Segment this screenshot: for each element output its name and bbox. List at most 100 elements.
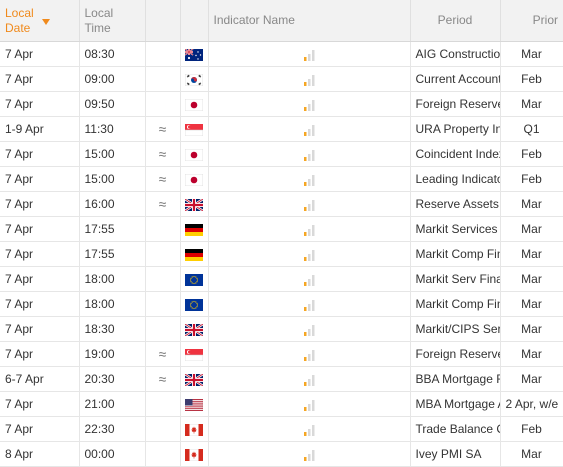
importance-bars-icon bbox=[303, 222, 315, 236]
indicator-cell[interactable]: Ivey PMI SA bbox=[410, 441, 501, 467]
time-cell: 22:30 bbox=[79, 416, 146, 442]
indicator-cell[interactable]: MBA Mortgage Applications bbox=[410, 391, 501, 417]
table-row[interactable]: 7 Apr19:00≈Foreign Reserves USDMar382.6B bbox=[0, 341, 563, 367]
indicator-cell[interactable]: Markit Comp Final PMI bbox=[410, 291, 501, 317]
column-header-prior[interactable]: Prior bbox=[500, 0, 563, 42]
gb-flag-icon bbox=[185, 372, 203, 386]
table-row[interactable]: 6-7 Apr20:30≈BBA Mortgage RateMar3.62% bbox=[0, 366, 563, 392]
time-cell: 17:55 bbox=[79, 216, 146, 242]
period-cell: Mar bbox=[500, 266, 563, 292]
column-header-local-time[interactable]: Local Time bbox=[79, 0, 146, 42]
sort-desc-icon bbox=[42, 19, 51, 26]
table-row[interactable]: 7 Apr09:50Foreign ReservesMar1,379.4B bbox=[0, 91, 563, 117]
table-row[interactable]: 7 Apr15:00≈Leading IndicatorFeb0.8 bbox=[0, 166, 563, 192]
indicator-label: Indicator Name bbox=[213, 13, 295, 27]
country-flag-cell bbox=[180, 66, 209, 92]
country-flag-cell bbox=[180, 166, 209, 192]
approx-cell: ≈ bbox=[145, 116, 181, 142]
indicator-cell[interactable]: AIG Construction Index bbox=[410, 41, 501, 67]
indicator-cell[interactable]: Markit Serv Final PMI bbox=[410, 266, 501, 292]
date-cell: 7 Apr bbox=[0, 266, 80, 292]
period-cell: Mar bbox=[500, 241, 563, 267]
period-cell: Feb bbox=[500, 416, 563, 442]
importance-cell bbox=[208, 366, 411, 392]
header-row: Local Date Local Time Indicator Name Per… bbox=[0, 0, 563, 42]
date-cell: 7 Apr bbox=[0, 416, 80, 442]
table-row[interactable]: 7 Apr18:00Markit Serv Final PMIMar48.8 bbox=[0, 266, 563, 292]
de-flag-icon bbox=[185, 247, 203, 261]
country-flag-cell bbox=[180, 116, 209, 142]
importance-bars-icon bbox=[303, 447, 315, 461]
importance-bars-icon bbox=[303, 122, 315, 136]
country-flag-cell bbox=[180, 191, 209, 217]
economic-calendar-table: Local Date Local Time Indicator Name Per… bbox=[0, 0, 563, 467]
time-cell: 18:30 bbox=[79, 316, 146, 342]
country-flag-cell bbox=[180, 141, 209, 167]
table-row[interactable]: 7 Apr09:00Current Account Bal NSAFeb7.06… bbox=[0, 66, 563, 92]
approx-icon: ≈ bbox=[158, 146, 167, 162]
period-cell: Q1 bbox=[500, 116, 563, 142]
indicator-cell[interactable]: Coincident Index bbox=[410, 141, 501, 167]
column-header-local-date[interactable]: Local Date bbox=[0, 0, 80, 42]
approx-icon: ≈ bbox=[158, 171, 167, 187]
gb-flag-icon bbox=[185, 322, 203, 336]
indicator-cell[interactable]: Foreign Reserves bbox=[410, 91, 501, 117]
country-flag-cell bbox=[180, 316, 209, 342]
importance-bars-icon bbox=[303, 397, 315, 411]
table-row[interactable]: 7 Apr22:30Trade Balance C$Feb1.41B bbox=[0, 416, 563, 442]
importance-cell bbox=[208, 66, 411, 92]
importance-cell bbox=[208, 441, 411, 467]
importance-cell bbox=[208, 316, 411, 342]
period-cell: Mar bbox=[500, 316, 563, 342]
country-flag-cell bbox=[180, 391, 209, 417]
column-header-period[interactable]: Period bbox=[410, 0, 501, 42]
importance-cell bbox=[208, 266, 411, 292]
date-cell: 7 Apr bbox=[0, 316, 80, 342]
table-row[interactable]: 1-9 Apr11:30≈URA Property Index AdvQ12.1… bbox=[0, 116, 563, 142]
time-cell: 15:00 bbox=[79, 141, 146, 167]
date-cell: 7 Apr bbox=[0, 391, 80, 417]
table-row[interactable]: 7 Apr17:55Markit Comp Final PMIMar56.8 bbox=[0, 241, 563, 267]
indicator-cell[interactable]: Markit Services PMI bbox=[410, 216, 501, 242]
period-cell: Feb bbox=[500, 166, 563, 192]
table-row[interactable]: 7 Apr15:00≈Coincident IndexFeb3.5 bbox=[0, 141, 563, 167]
indicator-cell[interactable]: Leading Indicator bbox=[410, 166, 501, 192]
column-header-indicator[interactable]: Indicator Name bbox=[208, 0, 411, 42]
table-row[interactable]: 7 Apr18:30Markit/CIPS Serv PMI FinalMar5… bbox=[0, 316, 563, 342]
importance-cell bbox=[208, 291, 411, 317]
country-flag-cell bbox=[180, 366, 209, 392]
date-cell: 7 Apr bbox=[0, 141, 80, 167]
approx-cell: ≈ bbox=[145, 366, 181, 392]
approx-cell bbox=[145, 391, 181, 417]
approx-cell bbox=[145, 216, 181, 242]
prior-label: Prior bbox=[532, 13, 558, 27]
country-flag-cell bbox=[180, 291, 209, 317]
country-flag-cell bbox=[180, 91, 209, 117]
approx-cell bbox=[145, 241, 181, 267]
indicator-cell[interactable]: Trade Balance C$ bbox=[410, 416, 501, 442]
importance-cell bbox=[208, 216, 411, 242]
period-cell: Mar bbox=[500, 41, 563, 67]
us-flag-icon bbox=[185, 397, 203, 411]
period-cell: Mar bbox=[500, 91, 563, 117]
indicator-cell[interactable]: BBA Mortgage Rate bbox=[410, 366, 501, 392]
date-cell: 7 Apr bbox=[0, 166, 80, 192]
date-cell: 7 Apr bbox=[0, 91, 80, 117]
indicator-cell[interactable]: Foreign Reserves USD bbox=[410, 341, 501, 367]
period-cell: Feb bbox=[500, 66, 563, 92]
approx-cell bbox=[145, 441, 181, 467]
table-row[interactable]: 7 Apr18:00Markit Comp Final PMIMar52.5 bbox=[0, 291, 563, 317]
period-cell: Mar bbox=[500, 291, 563, 317]
indicator-cell[interactable]: Markit/CIPS Serv PMI Final bbox=[410, 316, 501, 342]
indicator-cell[interactable]: Current Account Bal NSA bbox=[410, 66, 501, 92]
date-cell: 7 Apr bbox=[0, 191, 80, 217]
table-row[interactable]: 7 Apr17:55Markit Services PMIMar50.8 bbox=[0, 216, 563, 242]
table-row[interactable]: 7 Apr16:00≈Reserve Assets TotalMar178,80… bbox=[0, 191, 563, 217]
table-row[interactable]: 8 Apr00:00Ivey PMI SAMar60.0 bbox=[0, 441, 563, 467]
indicator-cell[interactable]: URA Property Index Adv bbox=[410, 116, 501, 142]
table-row[interactable]: 7 Apr08:30AIG Construction IndexMar57.4 bbox=[0, 41, 563, 67]
table-row[interactable]: 7 Apr21:00 MBA Mortgage Applications2 Apr… bbox=[0, 391, 563, 417]
indicator-cell[interactable]: Reserve Assets Total bbox=[410, 191, 501, 217]
jp-flag-icon bbox=[185, 147, 203, 161]
indicator-cell[interactable]: Markit Comp Final PMI bbox=[410, 241, 501, 267]
